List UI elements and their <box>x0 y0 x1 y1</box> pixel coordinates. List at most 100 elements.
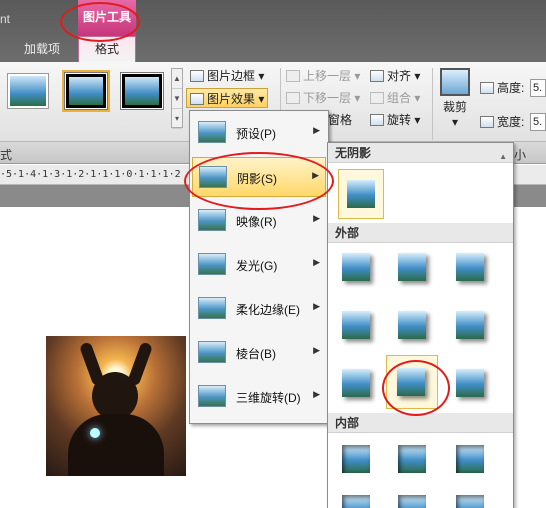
3d-rotation-icon <box>198 385 226 407</box>
chevron-down-icon: ▾ <box>414 91 421 105</box>
send-backward-button[interactable]: 下移一层 ▾ <box>286 88 360 108</box>
picture-style-thumb-3[interactable] <box>122 74 162 108</box>
group-button[interactable]: 组合 ▾ <box>370 88 420 108</box>
shadow-swatch-outer-7[interactable] <box>336 363 376 403</box>
picture-border-icon <box>190 70 204 82</box>
picture-style-thumb-2[interactable] <box>62 70 110 112</box>
menu-item-preset[interactable]: 预设(P) ▶ <box>192 113 326 153</box>
height-icon <box>480 82 494 94</box>
picture-border-label: 图片边框 <box>207 69 256 83</box>
shadow-swatch-outer-8[interactable] <box>386 355 438 409</box>
shadow-swatch-inner-3[interactable] <box>450 439 490 479</box>
scroll-up-icon[interactable]: ▲ <box>499 147 507 167</box>
menu-item-label: 预设(P) <box>236 127 276 141</box>
bring-forward-icon <box>286 70 300 82</box>
picture-effects-icon <box>190 93 204 105</box>
chevron-down-icon: ▾ <box>258 92 265 106</box>
chevron-down-icon: ▾ <box>258 69 265 83</box>
shadow-swatch-outer-4[interactable] <box>336 305 376 345</box>
style-gallery-scroll[interactable]: ▲ ▼ ▾ <box>171 68 183 129</box>
picture-effects-button[interactable]: 图片效果 ▾ <box>186 88 269 108</box>
reflection-icon <box>198 209 226 231</box>
shadow-swatch-outer-2[interactable] <box>392 247 432 287</box>
title-tab-bar: nt 图片工具 加载项 格式 <box>0 0 546 62</box>
shadow-swatch-outer-1[interactable] <box>336 247 376 287</box>
height-label: 高度: <box>497 81 525 95</box>
bring-forward-label: 上移一层 <box>303 69 352 83</box>
shadow-swatch-inner-2[interactable] <box>392 439 432 479</box>
shadow-swatch-inner-6[interactable] <box>450 489 490 508</box>
send-backward-label: 下移一层 <box>303 91 352 105</box>
shadow-swatch-inner-5[interactable] <box>392 489 432 508</box>
rotate-label: 旋转 <box>387 113 412 127</box>
shadow-swatch-outer-9[interactable] <box>450 363 490 403</box>
shadow-swatch-outer-5[interactable] <box>392 305 432 345</box>
menu-item-shadow[interactable]: 阴影(S) ▶ <box>192 157 326 197</box>
submenu-arrow-icon: ▶ <box>313 389 320 399</box>
picture-style-thumb-1[interactable] <box>8 74 48 108</box>
submenu-arrow-icon: ▶ <box>313 301 320 311</box>
send-backward-icon <box>286 92 300 104</box>
height-input[interactable]: 5. <box>530 79 546 97</box>
align-button[interactable]: 对齐 ▾ <box>370 66 420 86</box>
group-icon <box>370 92 384 104</box>
width-input[interactable]: 5. <box>530 113 546 131</box>
menu-item-reflection[interactable]: 映像(R) ▶ <box>192 201 326 241</box>
crop-label: 裁剪 <box>442 100 467 114</box>
gallery-more-icon[interactable]: ▾ <box>172 109 182 129</box>
shadow-swatch-inner-4[interactable] <box>336 489 376 508</box>
crop-button[interactable]: 裁剪 ▾ <box>438 68 472 129</box>
submenu-arrow-icon: ▶ <box>312 170 319 180</box>
shadow-swatch-inner-1[interactable] <box>336 439 376 479</box>
shadow-submenu: 无阴影 ▲ 外部 内部 <box>327 142 514 508</box>
menu-item-label: 阴影(S) <box>237 172 277 186</box>
shadow-swatch-none[interactable] <box>338 169 384 219</box>
shadow-swatch-outer-3[interactable] <box>450 247 490 287</box>
menu-item-glow[interactable]: 发光(G) ▶ <box>192 245 326 285</box>
chevron-down-icon: ▾ <box>414 113 421 127</box>
ribbon-separator <box>432 68 433 140</box>
bring-forward-button[interactable]: 上移一层 ▾ <box>286 66 360 86</box>
submenu-arrow-icon: ▶ <box>313 125 320 135</box>
menu-item-label: 发光(G) <box>236 259 278 273</box>
shadow-swatch-outer-6[interactable] <box>450 305 490 345</box>
chevron-down-icon: ▾ <box>451 115 459 129</box>
selection-pane-label: 窗格 <box>328 113 353 127</box>
section-label: 内部 <box>335 416 360 430</box>
group-footer-left: 式 <box>0 148 13 162</box>
rotate-icon <box>370 114 384 126</box>
shadow-icon <box>199 166 227 188</box>
menu-item-3d-rotation[interactable]: 三维旋转(D) ▶ <box>192 377 326 417</box>
menu-item-bevel[interactable]: 棱台(B) ▶ <box>192 333 326 373</box>
submenu-arrow-icon: ▶ <box>313 345 320 355</box>
gallery-up-icon[interactable]: ▲ <box>172 69 182 89</box>
picture-effects-menu: 预设(P) ▶ 阴影(S) ▶ 映像(R) ▶ 发光(G) ▶ 柔化边缘(E) … <box>189 110 329 424</box>
menu-item-soft-edges[interactable]: 柔化边缘(E) ▶ <box>192 289 326 329</box>
submenu-arrow-icon: ▶ <box>313 213 320 223</box>
gallery-down-icon[interactable]: ▼ <box>172 89 182 109</box>
height-control: 高度: <box>480 78 524 98</box>
width-label: 宽度: <box>497 115 525 129</box>
partial-tab-label[interactable]: nt <box>0 12 10 26</box>
crop-icon <box>440 68 470 96</box>
selection-pane-button[interactable]: 窗格 <box>328 110 352 130</box>
selected-photo[interactable] <box>46 336 186 476</box>
section-label: 外部 <box>335 226 360 240</box>
picture-tools-context-header: 图片工具 <box>78 0 136 38</box>
menu-item-label: 棱台(B) <box>236 347 276 361</box>
section-no-shadow: 无阴影 ▲ <box>328 143 513 163</box>
section-label: 无阴影 <box>335 146 372 160</box>
group-label: 组合 <box>387 91 412 105</box>
tab-addins[interactable]: 加载项 <box>8 38 76 60</box>
section-inner: 内部 <box>328 413 513 433</box>
group-footer-right: 小 <box>514 148 527 162</box>
align-icon <box>370 70 384 82</box>
chevron-down-icon: ▾ <box>354 91 361 105</box>
rotate-button[interactable]: 旋转 ▾ <box>370 110 420 130</box>
width-control: 宽度: <box>480 112 524 132</box>
bevel-icon <box>198 341 226 363</box>
picture-border-button[interactable]: 图片边框 ▾ <box>190 66 264 86</box>
chevron-down-icon: ▾ <box>354 69 361 83</box>
tab-format[interactable]: 格式 <box>78 36 136 62</box>
soft-edges-icon <box>198 297 226 319</box>
